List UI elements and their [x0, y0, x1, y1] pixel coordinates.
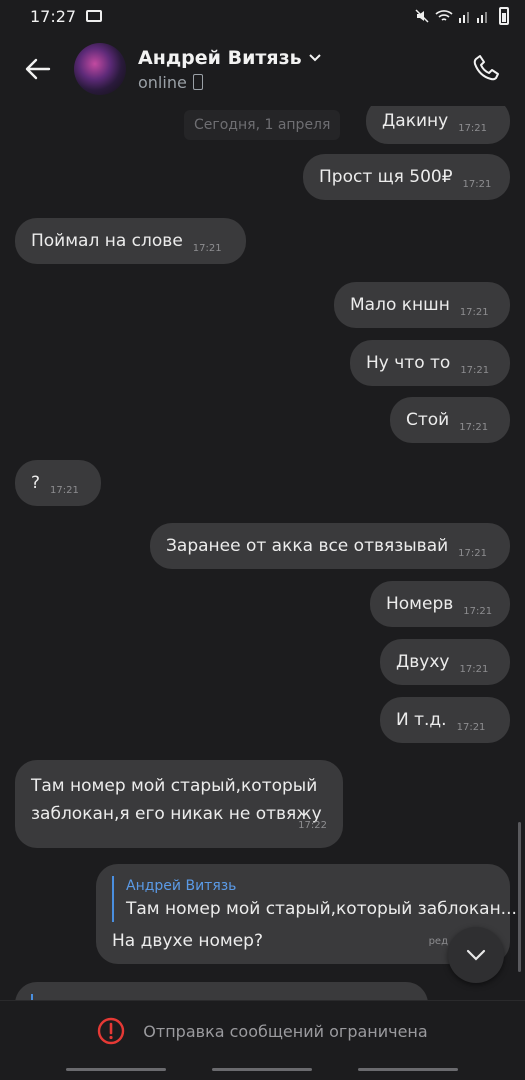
message-time: 17:21	[459, 421, 489, 433]
nav-hint	[66, 1068, 166, 1071]
message-bubble-partial[interactable]	[15, 982, 428, 1000]
message-text: Дакину	[382, 111, 449, 131]
image-notification-icon	[86, 10, 103, 22]
phone-icon	[473, 55, 499, 81]
message-bubble[interactable]: ? 17:21	[15, 460, 101, 506]
contact-info[interactable]: Андрей Витязь online	[138, 47, 322, 92]
message-bubble[interactable]: Дакину 17:21	[366, 106, 510, 144]
message-bubble[interactable]: Номерв 17:21	[370, 581, 510, 627]
signal-icon	[459, 12, 487, 23]
message-time: 17:21	[456, 721, 486, 733]
message-list[interactable]: Сегодня, 1 апреля Дакину 17:21 Прост щя …	[0, 106, 525, 1000]
status-bar: 17:27	[0, 0, 525, 32]
mute-icon	[415, 9, 429, 23]
date-separator: Сегодня, 1 апреля	[184, 110, 341, 140]
mobile-device-icon	[192, 74, 203, 90]
message-bubble[interactable]: Ну что то 17:21	[350, 340, 510, 386]
message-time: 17:21	[462, 178, 492, 190]
message-text: Номерв	[386, 594, 454, 614]
call-button[interactable]	[467, 48, 507, 88]
message-text: Заранее от акка все отвязывай	[166, 536, 449, 556]
nav-hint	[358, 1068, 458, 1071]
message-bubble[interactable]: И т.д. 17:21	[380, 697, 510, 743]
chevron-down-icon	[466, 949, 486, 961]
message-text: Двуху	[396, 652, 450, 672]
navigation-bar	[0, 1060, 525, 1080]
message-text: Поймал на слове	[31, 231, 183, 251]
chevron-down-icon	[308, 53, 321, 61]
message-bubble[interactable]: Прост щя 500₽ 17:21	[303, 154, 510, 200]
back-button[interactable]	[18, 49, 58, 89]
message-bubble[interactable]: Заранее от акка все отвязывай 17:21	[150, 523, 510, 569]
restriction-text: Отправка сообщений ограничена	[143, 1021, 428, 1041]
message-bubble[interactable]: Поймал на слове 17:21	[15, 218, 246, 264]
message-text-line: заблокан,я его никак не отвяжу	[31, 804, 322, 824]
message-time: ред	[428, 936, 448, 947]
status-time: 17:27	[30, 6, 77, 26]
message-time: 17:21	[50, 484, 79, 496]
message-bubble[interactable]: Мало кншн 17:21	[334, 282, 510, 328]
message-text: Мало кншн	[350, 295, 450, 315]
message-text: Прост щя 500₽	[319, 167, 453, 187]
arrow-left-icon	[25, 58, 51, 80]
scrollbar[interactable]	[518, 822, 521, 972]
message-bubble[interactable]: Двуху 17:21	[380, 639, 510, 685]
message-bubble[interactable]: Стой 17:21	[390, 397, 510, 443]
message-text: Стой	[406, 410, 450, 430]
nav-hint	[212, 1068, 312, 1071]
restriction-notice: Отправка сообщений ограничена	[0, 1000, 525, 1061]
message-bubble[interactable]: Там номер мой старый,который заблокан,я …	[15, 760, 343, 848]
message-text: ?	[31, 473, 41, 493]
warning-icon	[98, 1017, 125, 1045]
battery-icon	[499, 7, 509, 25]
message-time: 17:21	[459, 663, 489, 675]
reply-quote[interactable]: Андрей Витязь Там номер мой старый,котор…	[112, 876, 517, 922]
chat-header: Андрей Витязь online	[0, 32, 525, 106]
message-time: 17:21	[458, 122, 488, 134]
scroll-down-button[interactable]	[448, 927, 504, 983]
reply-quoted-text: Там номер мой старый,который заблокан...	[126, 899, 517, 919]
wifi-icon	[435, 10, 453, 21]
reply-author: Андрей Витязь	[126, 878, 237, 894]
message-text-line: Там номер мой старый,который	[31, 776, 318, 796]
message-time: 17:21	[192, 242, 222, 254]
message-time: 17:22	[298, 820, 327, 831]
contact-status: online	[138, 72, 187, 92]
message-text: И т.д.	[396, 710, 447, 730]
message-text: Ну что то	[366, 353, 451, 373]
avatar[interactable]	[74, 43, 126, 95]
message-time: 17:21	[459, 306, 489, 318]
message-time: 17:21	[458, 547, 487, 559]
contact-name: Андрей Витязь	[138, 46, 302, 69]
message-time: 17:21	[463, 605, 493, 617]
message-time: 17:21	[460, 364, 490, 376]
